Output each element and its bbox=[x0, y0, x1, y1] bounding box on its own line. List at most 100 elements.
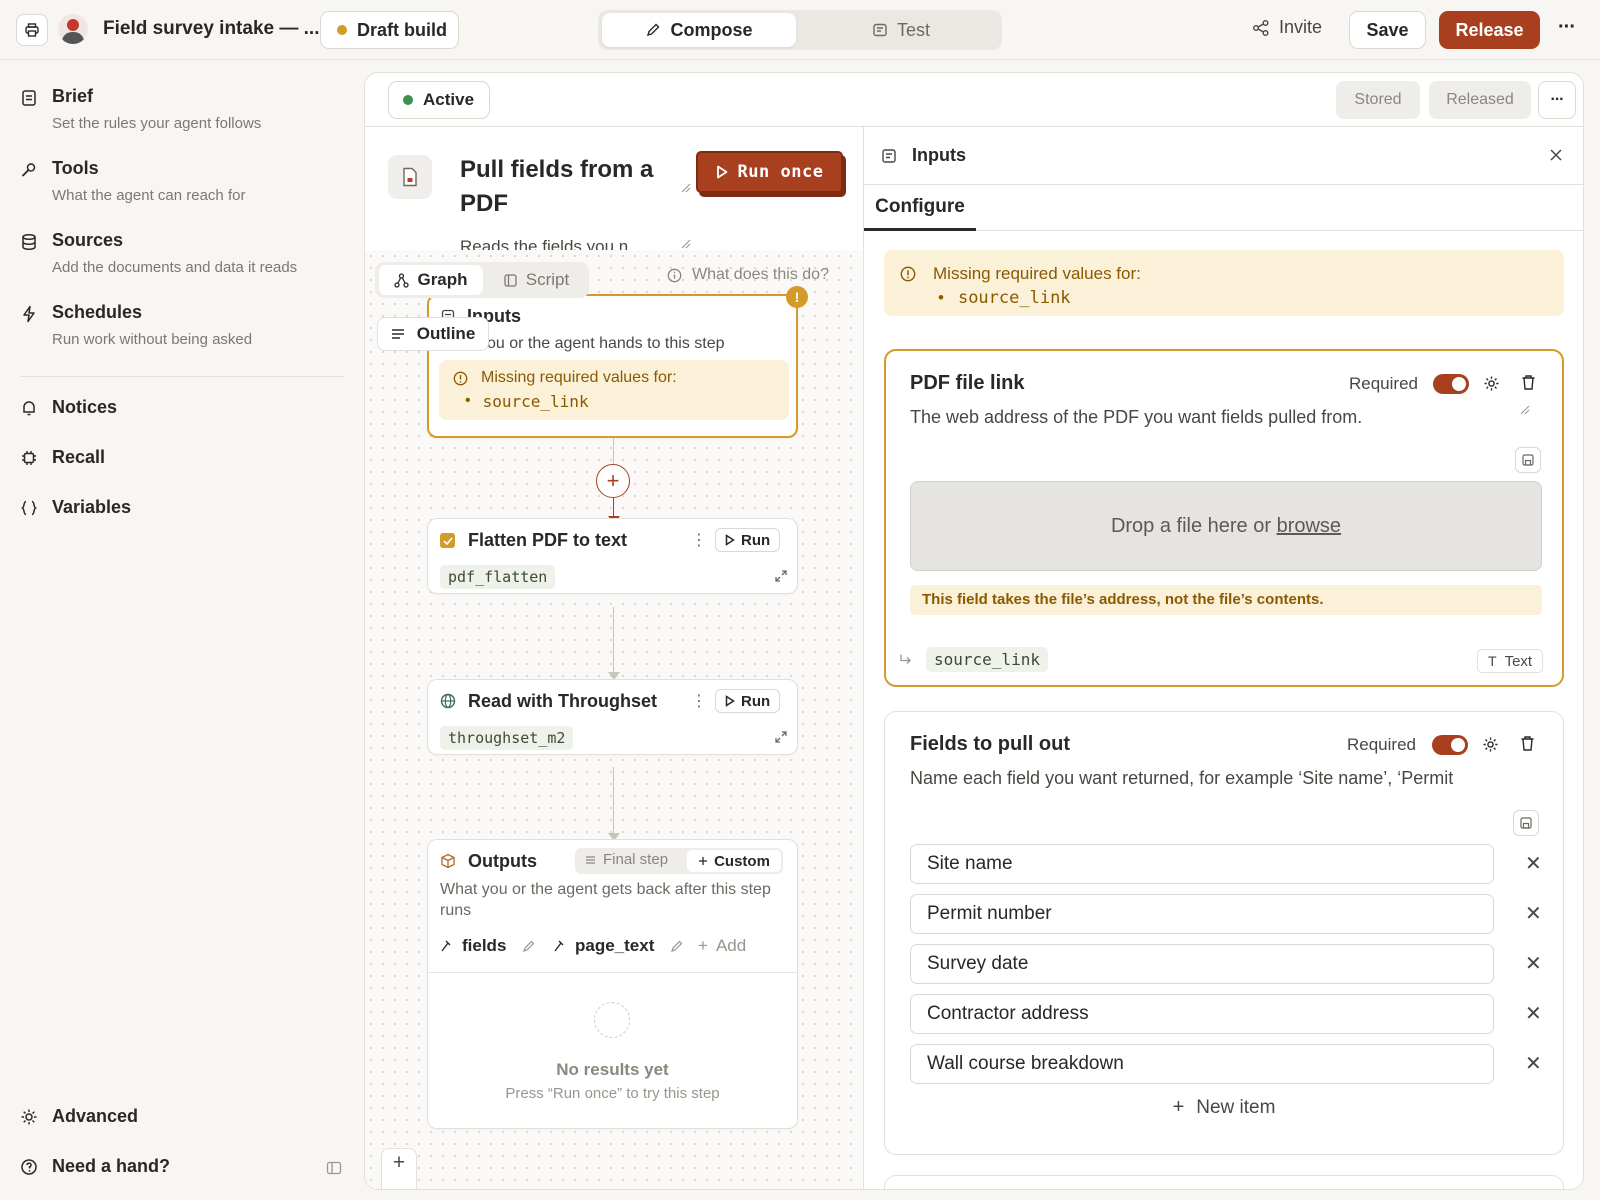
sidebar-item-label: Notices bbox=[52, 397, 118, 417]
stored-button[interactable]: Stored bbox=[1336, 81, 1420, 119]
collapse-sidebar-icon[interactable] bbox=[326, 1160, 342, 1176]
new-item-button[interactable]: + New item bbox=[885, 1096, 1563, 1119]
remove-item-button[interactable]: ✕ bbox=[1525, 951, 1542, 976]
trash-icon[interactable] bbox=[1520, 735, 1535, 752]
avatar[interactable] bbox=[58, 14, 88, 44]
sidebar-item-advanced[interactable]: Advanced bbox=[20, 1106, 138, 1127]
sidebar-item-recall[interactable]: Recall bbox=[20, 447, 105, 468]
sidebar-item-sources[interactable]: Sources Add the documents and data it rea… bbox=[20, 230, 297, 276]
field-item-input[interactable]: Survey date bbox=[910, 944, 1494, 984]
release-button[interactable]: Release bbox=[1439, 11, 1540, 49]
sidebar-item-brief[interactable]: Brief Set the rules your agent follows bbox=[20, 86, 261, 132]
build-status-badge[interactable]: Draft build bbox=[320, 11, 459, 49]
field-item-input[interactable]: Permit number bbox=[910, 894, 1494, 934]
tab-graph[interactable]: Graph bbox=[379, 265, 483, 295]
sidebar-item-label: Tools bbox=[52, 158, 99, 178]
custom-option[interactable]: Custom bbox=[687, 850, 781, 872]
run-once-button[interactable]: Run once bbox=[696, 151, 843, 193]
remove-item-button[interactable]: ✕ bbox=[1525, 851, 1542, 876]
released-button[interactable]: Released bbox=[1429, 81, 1531, 119]
sidebar-menu-button[interactable] bbox=[16, 14, 48, 46]
required-toggle[interactable] bbox=[1433, 374, 1469, 394]
read-run-button[interactable]: Run bbox=[715, 689, 781, 713]
sidebar-item-schedules[interactable]: Schedules Run work without being asked bbox=[20, 302, 252, 348]
gear-icon[interactable] bbox=[1483, 375, 1500, 392]
final-step-option[interactable]: Final step bbox=[585, 851, 668, 868]
output-field[interactable]: fields bbox=[440, 936, 536, 956]
panel-tabs: Configure bbox=[864, 184, 1583, 231]
step-title[interactable]: Pull fields from a PDF bbox=[460, 153, 660, 221]
pdf-card-description[interactable]: The web address of the PDF you want fiel… bbox=[910, 407, 1362, 428]
run-label: Run bbox=[741, 692, 771, 710]
file-drop-zone[interactable]: Drop a file here or browse bbox=[910, 481, 1542, 571]
sidebar-item-notices[interactable]: Notices bbox=[20, 397, 117, 418]
sidebar-item-tools[interactable]: Tools What the agent can reach for bbox=[20, 158, 245, 204]
gear-icon[interactable] bbox=[1482, 736, 1499, 753]
help-hint[interactable]: What does this do? bbox=[667, 266, 829, 284]
trash-icon[interactable] bbox=[1521, 374, 1536, 391]
add-step-button[interactable]: + bbox=[596, 464, 630, 498]
output-field[interactable]: page_text bbox=[553, 936, 684, 956]
outputs-node[interactable]: Outputs Final step Custom What you or th… bbox=[427, 839, 798, 1129]
zoom-out-button[interactable]: − bbox=[382, 1182, 416, 1189]
bell-icon bbox=[23, 400, 35, 415]
lightning-icon bbox=[23, 305, 35, 323]
sidebar-item-help[interactable]: Need a hand? bbox=[20, 1156, 170, 1177]
tab-configure[interactable]: Configure bbox=[864, 185, 976, 231]
tab-script-label: Script bbox=[525, 270, 570, 289]
field-item-input[interactable]: Wall course breakdown bbox=[910, 1044, 1494, 1084]
save-value-button[interactable] bbox=[1515, 447, 1541, 473]
type-badge[interactable]: T Text bbox=[1477, 649, 1544, 673]
save-value-button[interactable] bbox=[1513, 810, 1539, 836]
node-menu-icon[interactable]: ⋮ bbox=[691, 691, 707, 711]
read-node[interactable]: Read with Throughset ⋮ Run throughset_m2 bbox=[427, 679, 798, 755]
edit-icon[interactable] bbox=[522, 939, 536, 953]
mode-switcher: Compose Test bbox=[598, 10, 1002, 50]
save-button[interactable]: Save bbox=[1349, 11, 1426, 49]
close-icon[interactable] bbox=[1548, 147, 1564, 163]
sidebar-item-subtitle: What the agent can reach for bbox=[52, 187, 246, 204]
browse-link[interactable]: browse bbox=[1277, 515, 1341, 538]
field-notice: This field takes the file’s address, not… bbox=[910, 585, 1542, 615]
invite-button[interactable]: Invite bbox=[1252, 17, 1322, 38]
tab-script[interactable]: Script bbox=[487, 265, 585, 295]
connector-line bbox=[613, 434, 614, 464]
edit-icon[interactable] bbox=[670, 939, 684, 953]
field-item-input[interactable]: Contractor address bbox=[910, 994, 1494, 1034]
panel-more-button[interactable]: ··· bbox=[1538, 81, 1576, 119]
field-item-input[interactable]: Site name bbox=[910, 844, 1494, 884]
flatten-tool-chip: pdf_flatten bbox=[440, 565, 556, 589]
graph-canvas[interactable]: + Inputs ou or the agent hands to this s… bbox=[365, 250, 862, 1189]
expand-icon[interactable] bbox=[774, 730, 788, 744]
run-label: Run bbox=[741, 531, 771, 549]
outline-button[interactable]: Outline bbox=[377, 317, 489, 351]
remove-item-button[interactable]: ✕ bbox=[1525, 901, 1542, 926]
invite-label: Invite bbox=[1279, 17, 1323, 37]
node-menu-icon[interactable]: ⋮ bbox=[691, 530, 707, 550]
read-tool-chip: throughset_m2 bbox=[440, 726, 574, 750]
add-output-button[interactable]: + Add bbox=[698, 936, 746, 956]
flatten-node-title: Flatten PDF to text bbox=[468, 530, 628, 550]
fields-card-description[interactable]: Name each field you want returned, for e… bbox=[910, 768, 1510, 789]
flatten-node[interactable]: Flatten PDF to text ⋮ Run pdf_flatten bbox=[427, 518, 798, 594]
resize-handle-icon[interactable] bbox=[681, 183, 691, 193]
resize-handle-icon[interactable] bbox=[681, 239, 691, 249]
flatten-run-button[interactable]: Run bbox=[715, 528, 781, 552]
tab-compose[interactable]: Compose bbox=[602, 13, 796, 47]
zoom-in-button[interactable]: + bbox=[382, 1151, 416, 1181]
required-toggle[interactable] bbox=[1432, 735, 1468, 755]
expand-icon[interactable] bbox=[774, 569, 788, 583]
inputs-node[interactable]: Inputs ou or the agent hands to this ste… bbox=[427, 286, 808, 438]
remove-item-button[interactable]: ✕ bbox=[1525, 1001, 1542, 1026]
more-menu-button[interactable]: ··· bbox=[1558, 16, 1576, 39]
floppy-icon bbox=[1520, 817, 1532, 829]
printer-icon bbox=[25, 23, 39, 37]
tab-test[interactable]: Test bbox=[804, 13, 998, 47]
remove-item-button[interactable]: ✕ bbox=[1525, 1051, 1542, 1076]
graph-icon bbox=[394, 272, 410, 288]
sidebar-item-variables[interactable]: Variables bbox=[20, 497, 131, 518]
status-badge[interactable]: Active bbox=[388, 81, 490, 119]
app-title[interactable]: Field survey intake — ... bbox=[103, 18, 319, 40]
box-icon bbox=[441, 853, 455, 869]
resize-handle-icon[interactable] bbox=[1520, 405, 1530, 415]
